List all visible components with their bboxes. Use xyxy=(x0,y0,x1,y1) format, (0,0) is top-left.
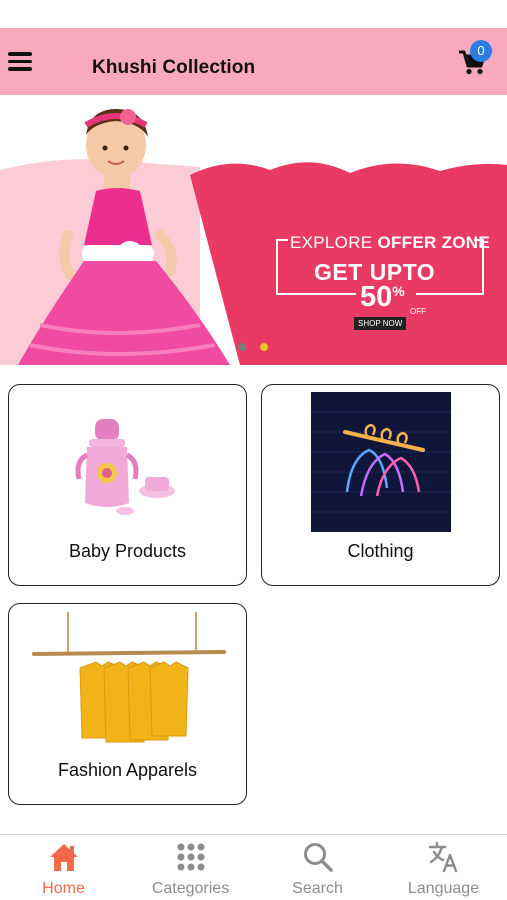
category-card-baby-products[interactable]: Baby Products xyxy=(8,384,247,586)
discount-percent: 50% OFF xyxy=(360,281,426,316)
nav-item-language[interactable]: Language xyxy=(380,835,507,900)
shop-now-button[interactable]: SHOP NOW xyxy=(354,317,407,330)
offer-frame-top-left xyxy=(276,239,288,241)
category-label: Clothing xyxy=(347,541,414,561)
category-card-clothing[interactable]: Clothing xyxy=(261,384,500,586)
offer-zone-label: OFFER ZONE xyxy=(377,233,490,252)
offer-text-block: EXPLORE OFFER ZONE GET UPTO 50% OFF SHOP … xyxy=(276,229,490,330)
category-label: Baby Products xyxy=(68,541,187,561)
nav-label-categories: Categories xyxy=(151,880,230,897)
nav-item-categories[interactable]: Categories xyxy=(127,835,254,900)
nav-label-search: Search xyxy=(292,880,343,897)
nav-item-home[interactable]: Home xyxy=(0,835,127,900)
nav-label-home: Home xyxy=(42,880,85,897)
fashion-apparels-image xyxy=(32,612,226,743)
percent-value: 50 xyxy=(360,281,393,313)
app-title: Khushi Collection xyxy=(92,57,256,78)
category-card-fashion-apparels[interactable]: Fashion Apparels xyxy=(8,603,247,805)
nav-label-language: Language xyxy=(407,880,480,897)
off-label: OFF xyxy=(410,307,426,316)
bottom-navigation: Home Categories Search Language xyxy=(0,834,507,900)
status-bar-area xyxy=(0,0,507,28)
carousel-dot-1[interactable] xyxy=(238,343,246,351)
hamburger-menu-icon[interactable] xyxy=(8,48,36,76)
app-header: Khushi Collection xyxy=(0,28,507,95)
baby-products-image xyxy=(75,419,175,515)
nav-item-search[interactable]: Search xyxy=(254,835,381,900)
cart-count-badge: 0 xyxy=(470,40,492,62)
clothing-image xyxy=(311,392,451,532)
home-icon xyxy=(50,844,78,871)
offer-frame-left xyxy=(276,239,278,295)
offer-frame-bottom-right xyxy=(416,293,484,295)
category-label: Fashion Apparels xyxy=(57,760,198,780)
explore-offer-text: EXPLORE OFFER ZONE xyxy=(290,233,490,253)
offer-banner-carousel[interactable]: EXPLORE OFFER ZONE GET UPTO 50% OFF SHOP … xyxy=(0,95,507,365)
explore-label: EXPLORE xyxy=(290,233,378,252)
offer-frame-bottom-left xyxy=(276,293,356,295)
percent-sign: % xyxy=(392,283,405,299)
translate-icon xyxy=(428,841,458,873)
grid-icon xyxy=(177,843,205,871)
carousel-indicator xyxy=(238,343,268,351)
search-icon xyxy=(304,843,333,872)
carousel-dot-2[interactable] xyxy=(260,343,268,351)
